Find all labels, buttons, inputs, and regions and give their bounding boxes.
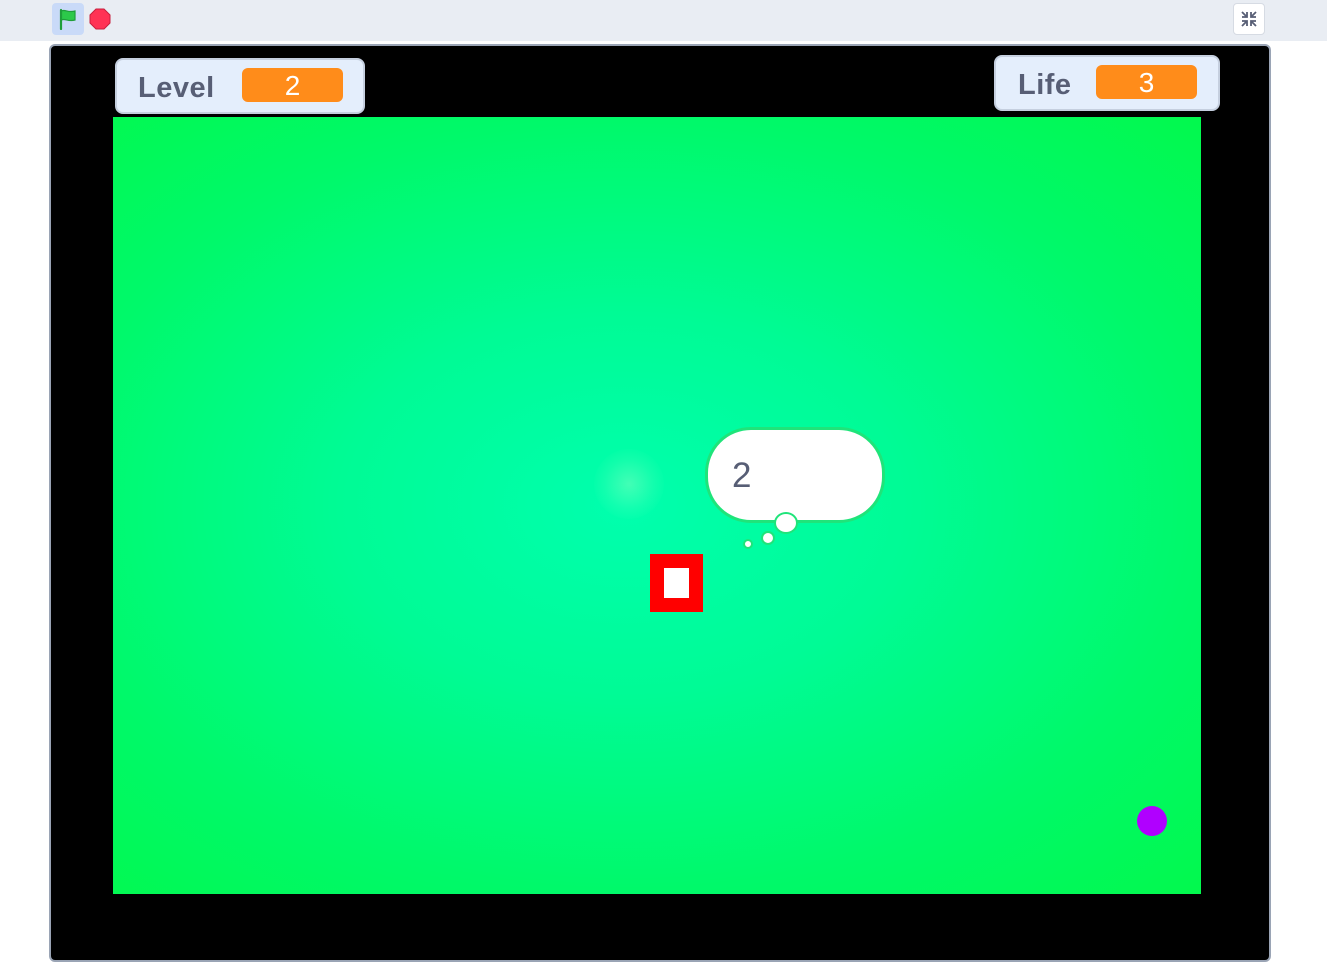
stop-button[interactable]: [89, 8, 111, 30]
level-monitor-value: 2: [242, 68, 343, 102]
green-flag-button[interactable]: [52, 3, 84, 35]
thought-bubble-dot: [761, 531, 775, 545]
player-sprite-window: [664, 568, 689, 598]
glow-spot: [594, 449, 664, 519]
stage-controls-bar: [0, 0, 1327, 41]
thought-bubble: 2: [705, 427, 885, 523]
level-monitor-label: Level: [138, 72, 215, 104]
exit-fullscreen-button[interactable]: [1233, 3, 1265, 35]
life-monitor-value: 3: [1096, 65, 1197, 99]
thought-bubble-text: 2: [732, 456, 752, 495]
life-monitor[interactable]: Life 3: [994, 55, 1220, 111]
thought-bubble-dot: [743, 539, 753, 549]
level-monitor[interactable]: Level 2: [115, 58, 365, 114]
exit-fullscreen-icon: [1241, 11, 1257, 27]
player-sprite[interactable]: [650, 554, 703, 612]
game-stage[interactable]: Level 2 Life 3 2: [49, 44, 1271, 962]
stop-sign-icon: [89, 8, 111, 30]
green-flag-icon: [59, 8, 76, 30]
play-area: [113, 117, 1201, 894]
life-monitor-label: Life: [1018, 69, 1072, 101]
thought-bubble-dot: [774, 512, 798, 534]
ball-sprite[interactable]: [1137, 806, 1167, 836]
